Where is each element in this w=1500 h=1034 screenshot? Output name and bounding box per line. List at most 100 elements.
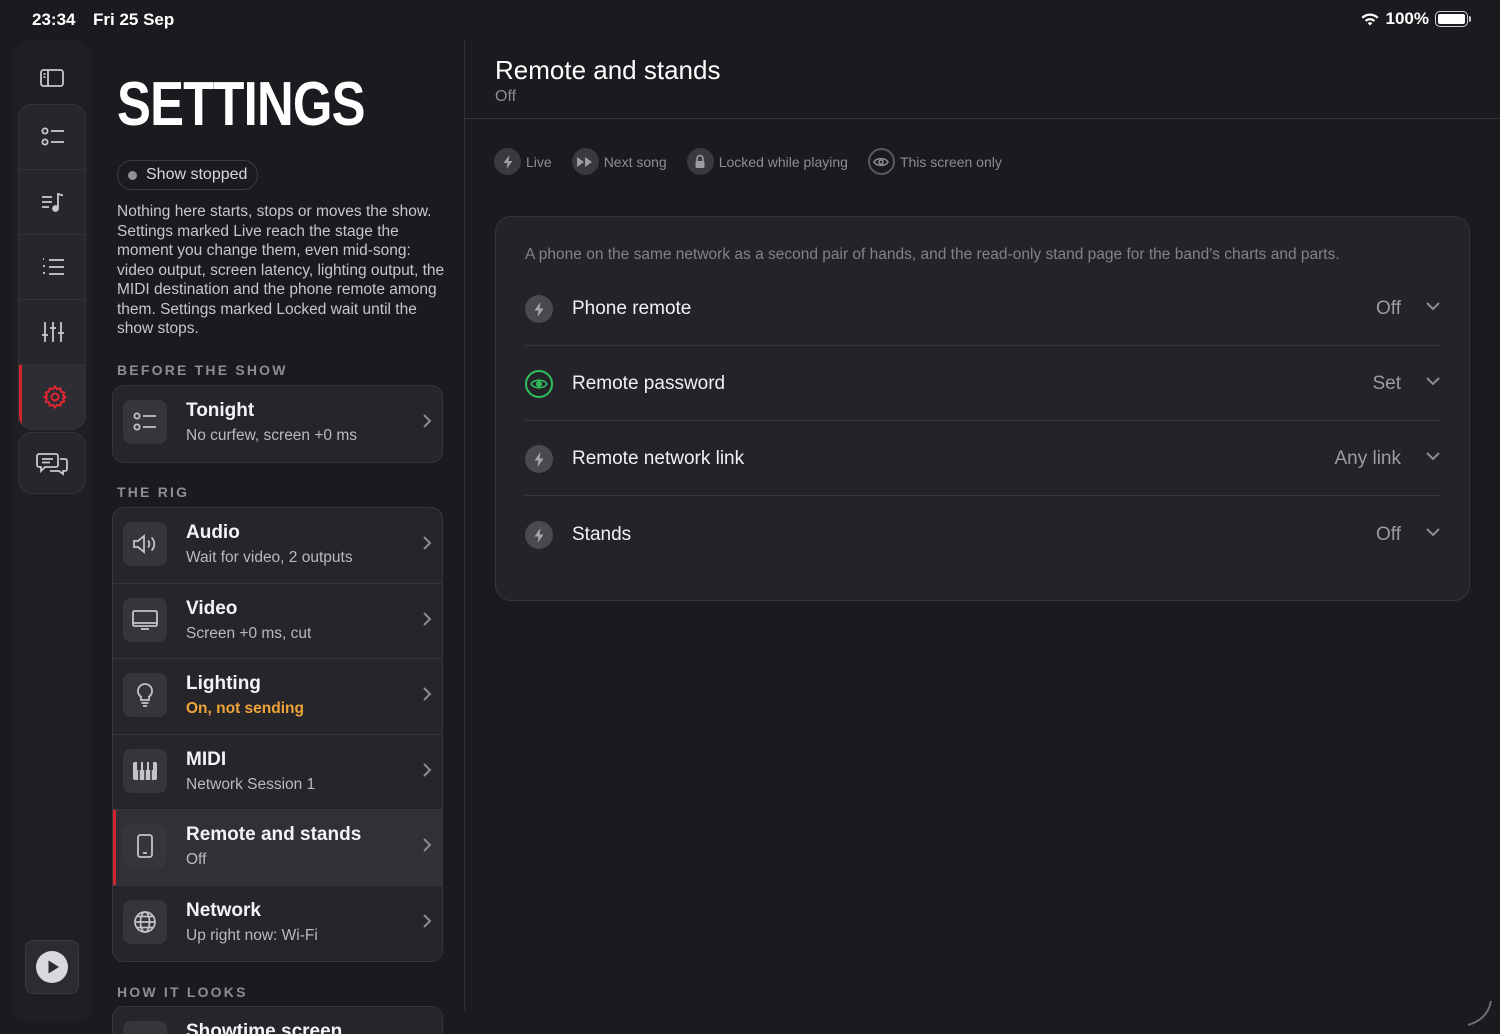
settings-item-subtitle: Off <box>186 851 207 868</box>
sidebar-toggle-button[interactable] <box>18 46 86 110</box>
section-before-the-show: BEFORE THE SHOW <box>117 362 288 378</box>
settings-intro: Nothing here starts, stops or moves the … <box>117 203 445 337</box>
chevron-right-icon <box>423 913 432 928</box>
settings-item-title: Showtime screen <box>186 1021 343 1034</box>
chat-bubbles-icon <box>36 453 68 476</box>
detail-subtitle: Off <box>495 88 517 105</box>
panel-description: A phone on the same network as a second … <box>525 246 1340 263</box>
settings-item-subtitle: No curfew, screen +0 ms <box>186 427 357 444</box>
battery-percent: 100% <box>1385 9 1429 28</box>
rail-mixer-button[interactable] <box>19 300 85 365</box>
music-queue-icon <box>42 192 64 212</box>
chevron-right-icon <box>423 611 432 626</box>
settings-item-lighting[interactable]: Lighting On, not sending <box>113 659 442 735</box>
bolt-icon <box>525 295 553 323</box>
chevron-right-icon <box>423 838 432 852</box>
section-how-it-looks: HOW IT LOOKS <box>117 984 248 1000</box>
play-button[interactable] <box>25 940 79 994</box>
bolt-icon <box>525 521 553 549</box>
setting-remote-password[interactable]: Remote password Set <box>525 346 1441 421</box>
legend-this-screen-only: This screen only <box>867 148 1002 175</box>
looks-card: Showtime screen <box>112 1006 443 1034</box>
legend-label: Live <box>526 153 552 170</box>
show-status-badge: Show stopped <box>117 160 259 190</box>
chevron-down-icon <box>1426 377 1440 386</box>
setting-label: Remote password <box>572 373 726 394</box>
detail-divider <box>465 118 1500 119</box>
screen-icon <box>123 1021 167 1034</box>
eye-icon <box>867 148 895 175</box>
status-date: Fri 25 Sep <box>93 10 175 29</box>
settings-item-title: Lighting <box>186 673 261 694</box>
legend-label: This screen only <box>899 153 1002 170</box>
chevron-right-icon <box>423 762 432 777</box>
detail-title: Remote and stands <box>495 55 721 85</box>
settings-item-title: MIDI <box>186 748 227 770</box>
rail-setlist-button[interactable] <box>19 235 85 300</box>
rail-group <box>18 104 86 430</box>
fast-forward-icon <box>571 148 599 175</box>
settings-item-tonight[interactable]: Tonight No curfew, screen +0 ms <box>113 386 442 462</box>
setting-value: Any link <box>1334 448 1401 469</box>
page-title: SETTINGS <box>117 70 365 139</box>
settings-item-title: Network <box>186 899 261 921</box>
monitor-icon <box>123 597 167 642</box>
chevron-right-icon <box>423 414 432 428</box>
settings-item-subtitle: Up right now: Wi-Fi <box>186 926 318 944</box>
sidebar-icon <box>40 69 64 87</box>
status-time: 23:34 <box>32 10 76 29</box>
settings-item-title: Audio <box>186 522 240 543</box>
nav-rail <box>12 40 92 1022</box>
gear-icon <box>42 384 67 410</box>
chevron-right-icon <box>423 536 432 550</box>
settings-item-midi[interactable]: MIDI Network Session 1 <box>113 735 442 810</box>
numbered-list-icon <box>43 258 64 275</box>
setting-phone-remote[interactable]: Phone remote Off <box>525 271 1441 346</box>
rail-chat-button[interactable] <box>18 432 86 494</box>
setting-label: Remote network link <box>572 448 745 469</box>
legend-next-song: Next song <box>571 148 667 175</box>
bolt-icon <box>494 148 521 175</box>
legend-locked: Locked while playing <box>686 148 848 175</box>
settings-item-video[interactable]: Video Screen +0 ms, cut <box>113 584 442 659</box>
settings-item-title: Video <box>186 597 238 619</box>
column-divider <box>464 40 465 1010</box>
settings-item-subtitle: Screen +0 ms, cut <box>186 624 312 642</box>
status-bar: 23:34 Fri 25 Sep 100% <box>0 0 1500 40</box>
settings-item-showtime-screen[interactable]: Showtime screen <box>113 1007 442 1034</box>
resize-handle-icon[interactable] <box>1464 998 1494 1028</box>
lightbulb-icon <box>123 673 167 717</box>
settings-item-remote-and-stands[interactable]: Remote and stands Off <box>113 810 442 886</box>
globe-icon <box>123 899 167 944</box>
section-the-rig: THE RIG <box>117 484 190 500</box>
bolt-icon <box>525 445 553 473</box>
setting-label: Stands <box>572 524 632 545</box>
setting-stands[interactable]: Stands Off <box>525 497 1441 572</box>
settings-item-audio[interactable]: Audio Wait for video, 2 outputs <box>113 508 442 584</box>
before-card: Tonight No curfew, screen +0 ms <box>112 385 443 463</box>
status-right: 100% <box>1360 9 1471 29</box>
rail-music-queue-button[interactable] <box>19 170 85 235</box>
chevron-down-icon <box>1426 302 1440 311</box>
settings-item-network[interactable]: Network Up right now: Wi-Fi <box>113 886 442 962</box>
chevron-right-icon <box>423 687 432 701</box>
legend-label: Locked while playing <box>718 153 848 170</box>
battery-icon <box>1435 11 1471 27</box>
phone-icon <box>123 824 167 868</box>
chevron-down-icon <box>1426 452 1440 461</box>
checklist-icon <box>123 400 167 444</box>
legend-live: Live <box>494 148 552 175</box>
rail-settings-button[interactable] <box>19 365 85 429</box>
rig-card: Audio Wait for video, 2 outputs Video Sc… <box>112 507 443 962</box>
setting-value: Off <box>1376 524 1401 545</box>
speaker-icon <box>123 522 167 566</box>
play-icon <box>36 951 68 983</box>
lock-icon <box>686 148 714 175</box>
settings-list-column: SETTINGS Show stopped Nothing here start… <box>92 40 464 1034</box>
rail-checklist-button[interactable] <box>19 105 85 170</box>
wifi-icon <box>1361 12 1379 25</box>
chevron-down-icon <box>1426 528 1440 537</box>
settings-item-subtitle-warning: On, not sending <box>186 700 304 717</box>
setting-remote-network-link[interactable]: Remote network link Any link <box>525 421 1441 496</box>
setting-value: Set <box>1372 373 1401 394</box>
